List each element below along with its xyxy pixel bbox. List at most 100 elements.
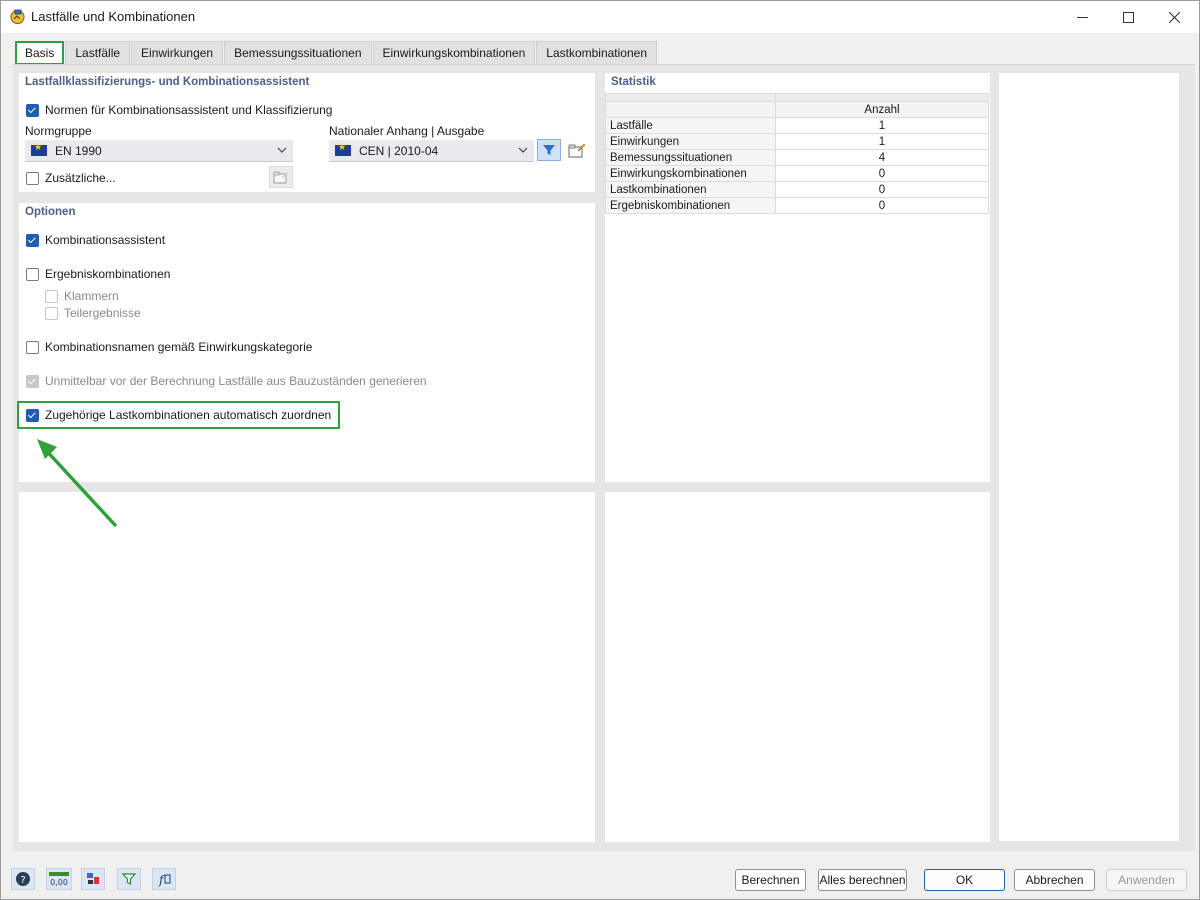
- stat-name: Lastfälle: [605, 117, 776, 134]
- brackets-checkbox: [45, 289, 58, 303]
- result-combinations-row[interactable]: Ergebniskombinationen: [26, 266, 170, 282]
- combination-wizard-checkbox[interactable]: [26, 233, 39, 247]
- brackets-label: Klammern: [64, 289, 119, 303]
- norm-group-label: Normgruppe: [25, 124, 92, 138]
- edit-annex-button[interactable]: [565, 139, 589, 161]
- table-row: Ergebniskombinationen 0: [605, 197, 989, 214]
- eu-flag-icon: [335, 142, 351, 156]
- svg-text:0,00: 0,00: [50, 878, 68, 887]
- view-button[interactable]: [81, 868, 105, 890]
- formula-icon: f: [158, 873, 171, 887]
- combination-wizard-row[interactable]: Kombinationsassistent: [26, 232, 165, 248]
- table-row: Lastkombinationen 0: [605, 181, 989, 198]
- norms-checkbox-row[interactable]: Normen für Kombinationsassistent und Kla…: [26, 102, 332, 118]
- bottom-toolbar: ? 0,00 f Berechnen Alles berechnen OK Ab…: [1, 859, 1199, 899]
- calculate-all-button[interactable]: Alles berechnen: [818, 869, 907, 891]
- construction-stages-checkbox: [26, 374, 39, 388]
- maximize-icon: [1122, 11, 1134, 23]
- tab-content: Lastfallklassifizierungs- und Kombinatio…: [13, 64, 1195, 851]
- calculate-button[interactable]: Berechnen: [735, 869, 806, 891]
- tab-einwirkungen[interactable]: Einwirkungen: [131, 41, 224, 64]
- tab-lastkombinationen[interactable]: Lastkombinationen: [536, 41, 657, 64]
- table-header-count: Anzahl: [775, 101, 989, 118]
- side-panel: [999, 73, 1179, 841]
- table-row: Lastfälle 1: [605, 117, 989, 134]
- result-combinations-label: Ergebniskombinationen: [45, 267, 171, 281]
- title-bar: Lastfälle und Kombinationen: [1, 1, 1199, 33]
- classification-title: Lastfallklassifizierungs- und Kombinatio…: [25, 76, 310, 88]
- stat-count: 1: [775, 133, 989, 150]
- combination-wizard-label: Kombinationsassistent: [45, 233, 166, 247]
- filter-tool-button[interactable]: [117, 868, 141, 890]
- result-combinations-checkbox[interactable]: [26, 267, 39, 281]
- bottom-right-panel: [605, 492, 990, 842]
- close-button[interactable]: [1151, 1, 1197, 33]
- help-button[interactable]: ?: [11, 868, 35, 890]
- ok-button[interactable]: OK: [924, 869, 1005, 891]
- tab-lastfaelle[interactable]: Lastfälle: [65, 41, 131, 64]
- norm-group-value: EN 1990: [55, 143, 102, 158]
- window-title: Lastfälle und Kombinationen: [31, 9, 196, 24]
- statistics-table: Anzahl Lastfälle 1 Einwirkungen 1 Bemess…: [605, 93, 989, 214]
- minimize-icon: [1076, 16, 1088, 18]
- partial-results-label: Teilergebnisse: [64, 306, 141, 320]
- norms-checkbox-label: Normen für Kombinationsassistent und Kla…: [45, 103, 333, 117]
- bottom-left-panel: [19, 492, 595, 842]
- pointer-arrow-icon: [37, 439, 117, 527]
- auto-assign-highlight: [17, 401, 340, 429]
- table-row: Bemessungssituationen 4: [605, 149, 989, 166]
- national-annex-value: CEN | 2010-04: [359, 143, 439, 158]
- norm-group-select[interactable]: EN 1990: [25, 140, 293, 162]
- funnel-icon: [121, 873, 137, 885]
- classification-panel: Lastfallklassifizierungs- und Kombinatio…: [19, 73, 595, 192]
- cancel-button[interactable]: Abbrechen: [1014, 869, 1095, 891]
- units-button[interactable]: 0,00: [46, 868, 72, 890]
- stat-name: Bemessungssituationen: [605, 149, 776, 166]
- additional-checkbox-row[interactable]: Zusätzliche...: [26, 170, 116, 186]
- apply-button[interactable]: Anwenden: [1106, 869, 1187, 891]
- statistics-panel: Statistik Anzahl Lastfälle 1 Einwirkunge…: [605, 73, 990, 482]
- filter-icon: [543, 145, 555, 155]
- app-icon: [10, 9, 25, 24]
- display-icon: [87, 873, 99, 884]
- chevron-down-icon: [518, 147, 528, 153]
- stat-count: 0: [775, 165, 989, 182]
- eu-flag-icon: [31, 142, 47, 156]
- tab-basis[interactable]: Basis: [15, 41, 65, 65]
- stat-count: 1: [775, 117, 989, 134]
- close-icon: [1168, 11, 1180, 23]
- brackets-row: Klammern: [45, 288, 119, 304]
- stat-name: Lastkombinationen: [605, 181, 776, 198]
- stat-count: 0: [775, 197, 989, 214]
- table-header-blank: [605, 101, 776, 118]
- tab-bar: Basis Lastfälle Einwirkungen Bemessungss…: [15, 41, 1049, 65]
- help-icon: ?: [16, 872, 30, 886]
- national-annex-select[interactable]: CEN | 2010-04: [329, 140, 534, 162]
- additional-checkbox[interactable]: [26, 171, 39, 185]
- partial-results-checkbox: [45, 306, 58, 320]
- tab-bemessungssituationen[interactable]: Bemessungssituationen: [224, 41, 372, 64]
- tab-einwirkungskombinationen[interactable]: Einwirkungskombinationen: [372, 41, 536, 64]
- construction-stages-row: Unmittelbar vor der Berechnung Lastfälle…: [26, 373, 427, 389]
- construction-stages-label: Unmittelbar vor der Berechnung Lastfälle…: [45, 374, 427, 388]
- folder-icon: [273, 171, 288, 184]
- combination-names-label: Kombinationsnamen gemäß Einwirkungskateg…: [45, 340, 313, 354]
- table-row: Einwirkungskombinationen 0: [605, 165, 989, 182]
- decimal-units-icon: 0,00: [49, 872, 69, 887]
- additional-settings-button[interactable]: [269, 166, 293, 188]
- stat-name: Einwirkungskombinationen: [605, 165, 776, 182]
- partial-results-row: Teilergebnisse: [45, 305, 141, 321]
- svg-text:?: ?: [20, 875, 25, 886]
- additional-checkbox-label: Zusätzliche...: [45, 171, 116, 185]
- national-annex-label: Nationaler Anhang | Ausgabe: [329, 124, 485, 138]
- maximize-button[interactable]: [1105, 1, 1151, 33]
- options-title: Optionen: [25, 206, 76, 218]
- minimize-button[interactable]: [1059, 1, 1105, 33]
- filter-button[interactable]: [537, 139, 561, 161]
- combination-names-row[interactable]: Kombinationsnamen gemäß Einwirkungskateg…: [26, 339, 312, 355]
- dialog-window: Lastfälle und Kombinationen Basis Lastfä…: [0, 0, 1200, 900]
- combination-names-checkbox[interactable]: [26, 340, 39, 354]
- formula-button[interactable]: f: [152, 868, 176, 890]
- stat-name: Ergebniskombinationen: [605, 197, 776, 214]
- norms-checkbox[interactable]: [26, 103, 39, 117]
